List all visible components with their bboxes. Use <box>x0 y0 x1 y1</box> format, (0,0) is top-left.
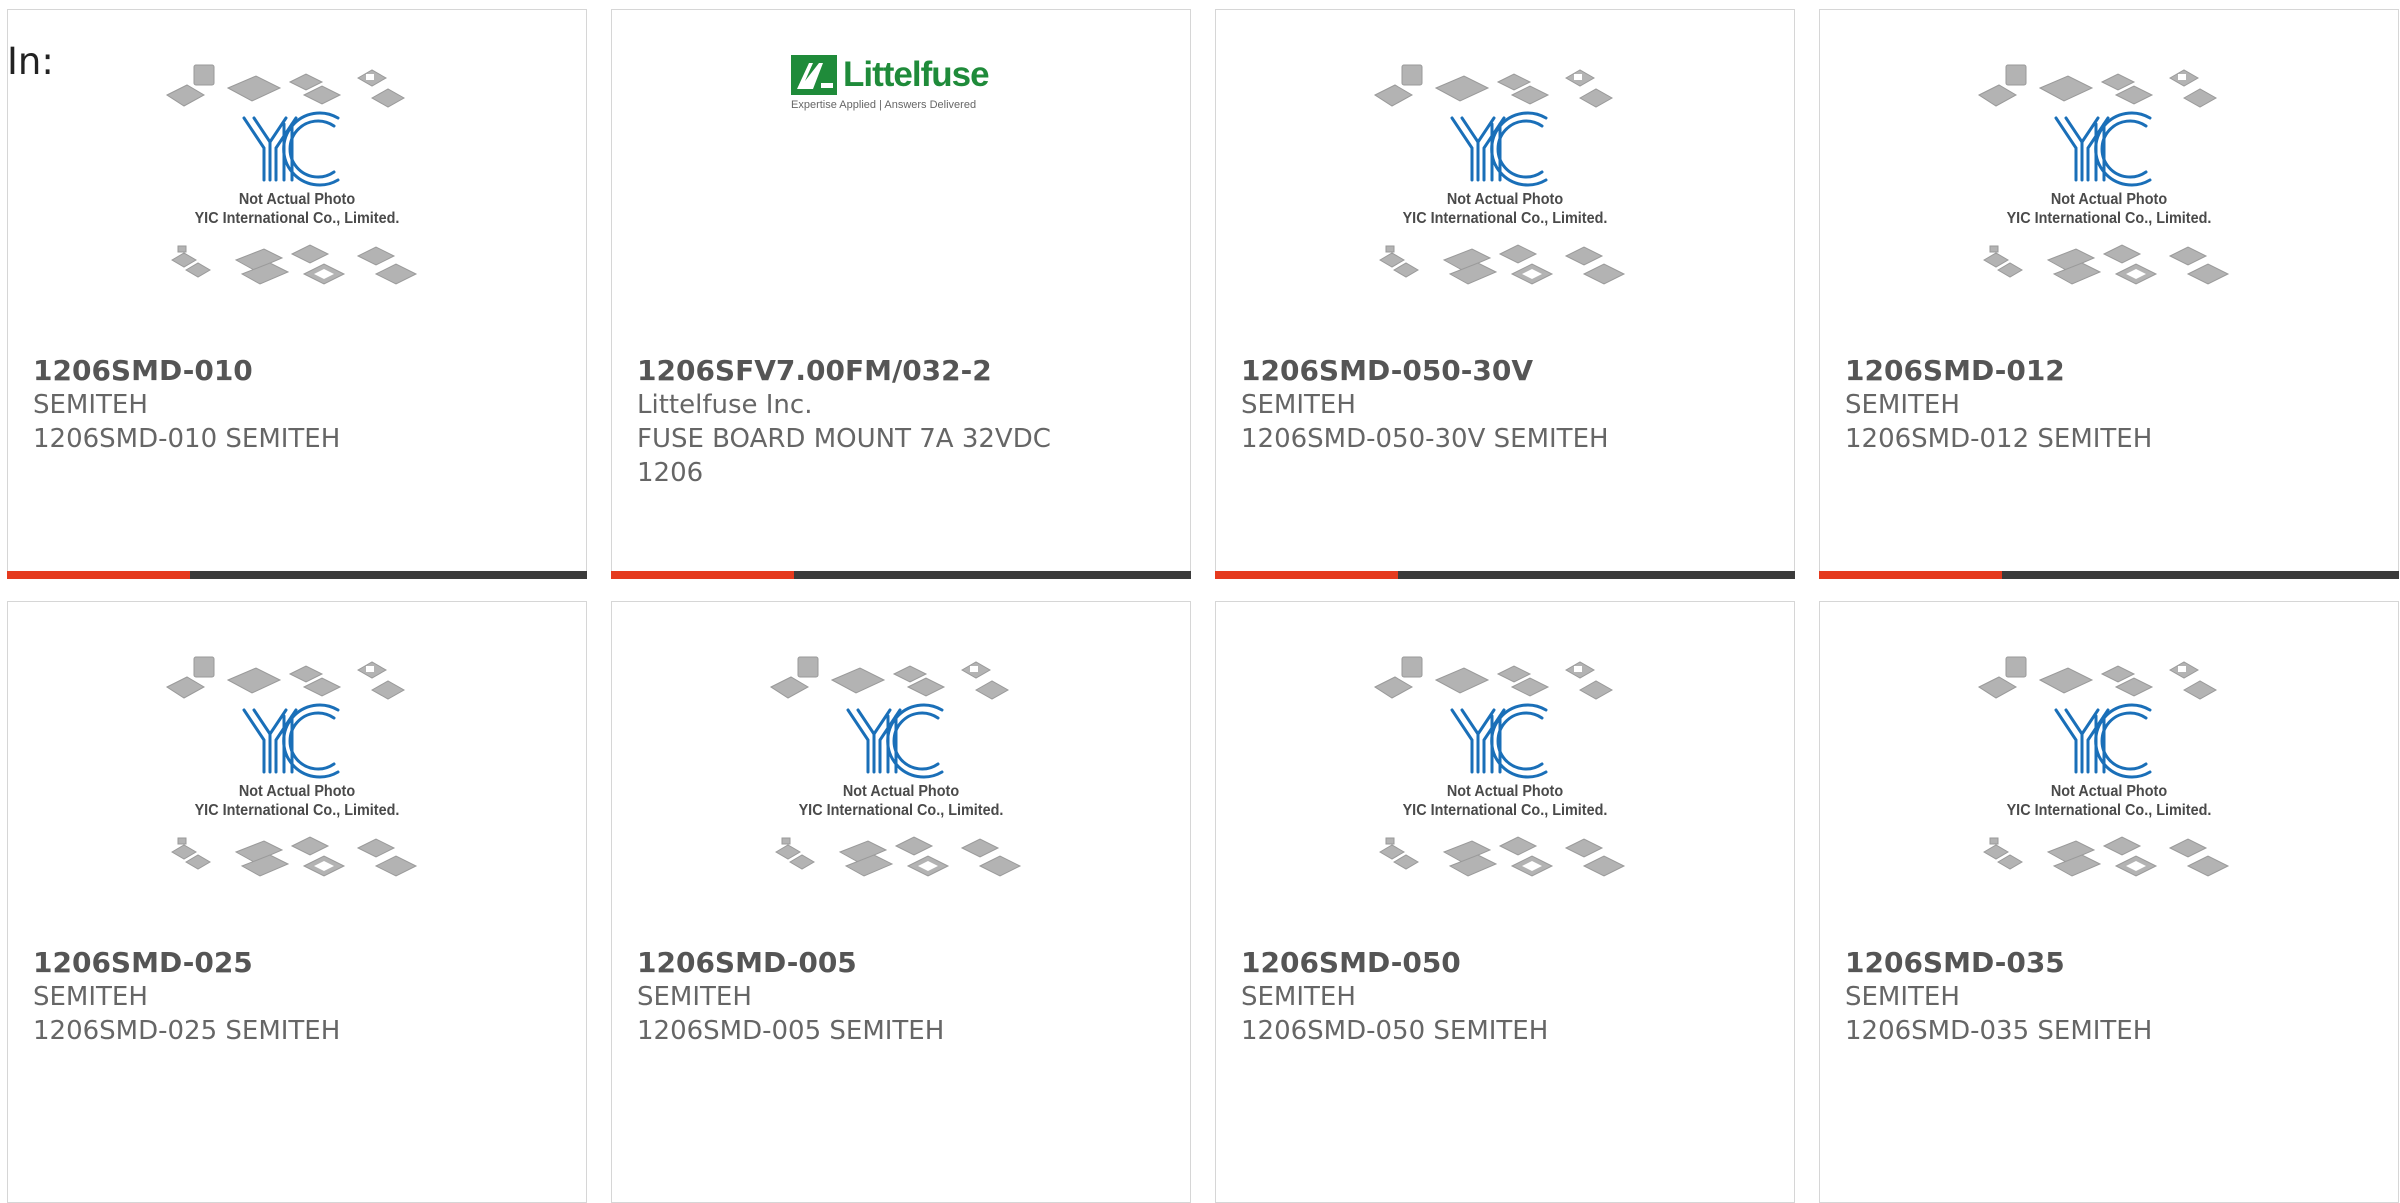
placeholder-caption-line2: YIC International Co., Limited. <box>1402 210 1608 227</box>
product-info: 1206SMD-035 SEMITEH 1206SMD-035 SEMITEH <box>1845 946 2373 1048</box>
manufacturer-name: SEMITEH <box>33 982 148 1012</box>
product-description: 1206SMD-025 SEMITEH <box>33 1016 341 1046</box>
product-card[interactable]: Not Actual Photo YIC International Co., … <box>7 601 587 1203</box>
manufacturer-name: SEMITEH <box>1241 390 1356 420</box>
product-card[interactable]: Not Actual Photo YIC International Co., … <box>1215 9 1795 579</box>
part-number[interactable]: 1206SMD-035 <box>1845 946 2373 980</box>
product-info: 1206SMD-025 SEMITEH 1206SMD-025 SEMITEH <box>33 946 561 1048</box>
yic-placeholder-image: Not Actual Photo YIC International Co., … <box>1370 652 1640 892</box>
product-description: 1206SMD-012 SEMITEH <box>1845 424 2153 454</box>
product-info: 1206SMD-050-30V SEMITEH 1206SMD-050-30V … <box>1241 354 1769 456</box>
manufacturer-name: Littelfuse Inc. <box>637 390 813 420</box>
part-number[interactable]: 1206SMD-012 <box>1845 354 2373 388</box>
filter-label: In: <box>7 40 54 83</box>
card-accent-bar <box>1819 571 2399 579</box>
product-description: 1206SMD-005 SEMITEH <box>637 1016 945 1046</box>
card-accent-bar <box>7 571 587 579</box>
manufacturer-name: SEMITEH <box>637 982 752 1012</box>
product-info: 1206SMD-012 SEMITEH 1206SMD-012 SEMITEH <box>1845 354 2373 456</box>
product-card[interactable]: Not Actual Photo YIC International Co., … <box>1819 9 2399 579</box>
placeholder-caption-line2: YIC International Co., Limited. <box>194 210 400 227</box>
littelfuse-mark-icon <box>791 55 837 95</box>
product-info: 1206SMD-005 SEMITEH 1206SMD-005 SEMITEH <box>637 946 1165 1048</box>
product-image[interactable]: Not Actual Photo YIC International Co., … <box>1820 10 2398 350</box>
product-description: 1206SMD-050-30V SEMITEH <box>1241 424 1609 454</box>
littelfuse-name: Littelfuse <box>843 55 990 94</box>
product-info: 1206SFV7.00FM/032-2 Littelfuse Inc. FUSE… <box>637 354 1165 490</box>
placeholder-caption-line1: Not Actual Photo <box>238 191 356 208</box>
product-card[interactable]: Littelfuse Expertise Applied | Answers D… <box>611 9 1191 579</box>
product-info: 1206SMD-010 SEMITEH 1206SMD-010 SEMITEH <box>33 354 561 456</box>
placeholder-caption-line1: Not Actual Photo <box>842 783 960 800</box>
product-description: 1206SMD-010 SEMITEH <box>33 424 341 454</box>
placeholder-caption-line2: YIC International Co., Limited. <box>798 802 1004 819</box>
product-card[interactable]: Not Actual Photo YIC International Co., … <box>1215 601 1795 1203</box>
product-description: 1206SMD-035 SEMITEH <box>1845 1016 2153 1046</box>
product-grid: Not Actual Photo YIC International Co., … <box>7 9 2400 1203</box>
placeholder-caption-line2: YIC International Co., Limited. <box>2006 210 2212 227</box>
placeholder-caption-line2: YIC International Co., Limited. <box>194 802 400 819</box>
yic-placeholder-image: Not Actual Photo YIC International Co., … <box>162 60 432 300</box>
part-number[interactable]: 1206SFV7.00FM/032-2 <box>637 354 1165 388</box>
yic-placeholder-image: Not Actual Photo YIC International Co., … <box>766 652 1036 892</box>
yic-placeholder-image: Not Actual Photo YIC International Co., … <box>1974 60 2244 300</box>
card-accent-bar <box>1215 571 1795 579</box>
placeholder-caption-line2: YIC International Co., Limited. <box>2006 802 2212 819</box>
part-number[interactable]: 1206SMD-050-30V <box>1241 354 1769 388</box>
yic-placeholder-image: Not Actual Photo YIC International Co., … <box>1974 652 2244 892</box>
placeholder-caption-line1: Not Actual Photo <box>238 783 356 800</box>
placeholder-caption-line1: Not Actual Photo <box>1446 783 1564 800</box>
product-image[interactable]: Not Actual Photo YIC International Co., … <box>612 602 1190 942</box>
part-number[interactable]: 1206SMD-050 <box>1241 946 1769 980</box>
placeholder-caption-line1: Not Actual Photo <box>2050 783 2168 800</box>
manufacturer-name: SEMITEH <box>1845 982 1960 1012</box>
product-info: 1206SMD-050 SEMITEH 1206SMD-050 SEMITEH <box>1241 946 1769 1048</box>
product-image[interactable]: Not Actual Photo YIC International Co., … <box>1820 602 2398 942</box>
manufacturer-name: SEMITEH <box>1845 390 1960 420</box>
yic-placeholder-image: Not Actual Photo YIC International Co., … <box>162 652 432 892</box>
product-image[interactable]: Littelfuse Expertise Applied | Answers D… <box>612 10 1190 350</box>
product-image[interactable]: Not Actual Photo YIC International Co., … <box>8 602 586 942</box>
product-description: 1206SMD-050 SEMITEH <box>1241 1016 1549 1046</box>
placeholder-caption-line2: YIC International Co., Limited. <box>1402 802 1608 819</box>
product-card[interactable]: Not Actual Photo YIC International Co., … <box>1819 601 2399 1203</box>
littelfuse-tagline: Expertise Applied | Answers Delivered <box>791 99 977 111</box>
littelfuse-logo: Littelfuse Expertise Applied | Answers D… <box>791 55 1011 135</box>
part-number[interactable]: 1206SMD-010 <box>33 354 561 388</box>
card-accent-bar <box>611 571 1191 579</box>
product-card[interactable]: Not Actual Photo YIC International Co., … <box>611 601 1191 1203</box>
product-image[interactable]: Not Actual Photo YIC International Co., … <box>1216 10 1794 350</box>
placeholder-caption-line1: Not Actual Photo <box>1446 191 1564 208</box>
product-image[interactable]: Not Actual Photo YIC International Co., … <box>1216 602 1794 942</box>
product-card[interactable]: Not Actual Photo YIC International Co., … <box>7 9 587 579</box>
manufacturer-name: SEMITEH <box>1241 982 1356 1012</box>
part-number[interactable]: 1206SMD-025 <box>33 946 561 980</box>
product-image[interactable]: Not Actual Photo YIC International Co., … <box>8 10 586 350</box>
placeholder-caption-line1: Not Actual Photo <box>2050 191 2168 208</box>
part-number[interactable]: 1206SMD-005 <box>637 946 1165 980</box>
product-description: FUSE BOARD MOUNT 7A 32VDC 1206 <box>637 424 1051 488</box>
yic-placeholder-image: Not Actual Photo YIC International Co., … <box>1370 60 1640 300</box>
manufacturer-name: SEMITEH <box>33 390 148 420</box>
